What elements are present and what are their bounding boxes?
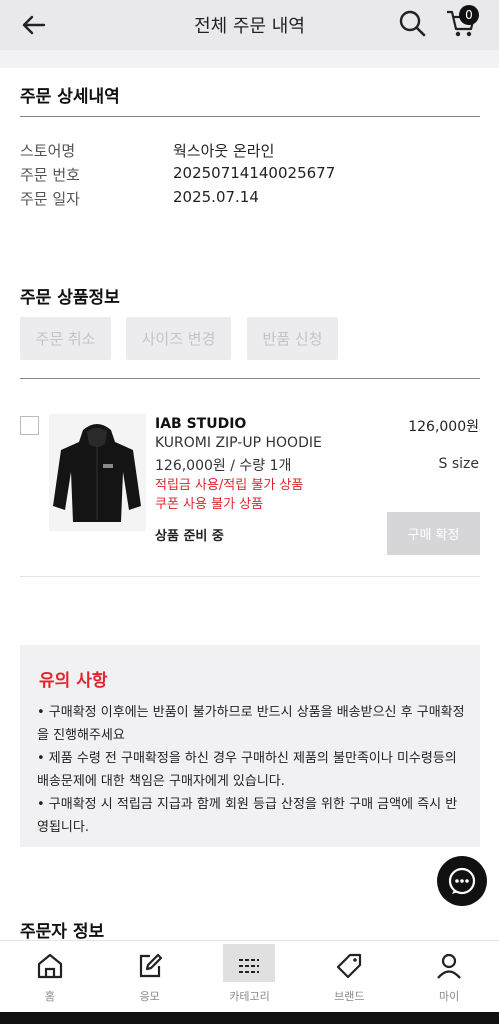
product-brand: IAB STUDIO bbox=[155, 416, 247, 432]
product-thumbnail[interactable] bbox=[49, 414, 146, 531]
product-price-quantity: 126,000원 / 수량 1개 bbox=[155, 458, 292, 474]
chat-icon bbox=[448, 867, 476, 895]
store-name-label: 스토어명 bbox=[20, 142, 76, 160]
nav-label: 응모 bbox=[139, 990, 160, 1003]
order-detail-title: 주문 상세내역 bbox=[20, 87, 120, 107]
person-icon bbox=[437, 953, 461, 979]
notice-item: • 구매확정 시 적립금 지급과 함께 회원 등급 산정을 위한 구매 금액에 … bbox=[37, 797, 458, 835]
notice-item: • 제품 수령 전 구매확정을 하신 경우 구매하신 제품의 불만족이나 미수령… bbox=[37, 751, 457, 789]
order-date-label: 주문 일자 bbox=[20, 190, 80, 208]
product-info-title: 주문 상품정보 bbox=[20, 288, 120, 308]
nav-brand[interactable]: 브랜드 bbox=[299, 941, 399, 1013]
section-divider bbox=[20, 378, 480, 379]
nav-category[interactable]: 카테고리 bbox=[200, 941, 300, 1013]
cancel-order-button[interactable]: 주문 취소 bbox=[20, 317, 111, 360]
nav-home[interactable]: 홈 bbox=[0, 941, 100, 1013]
notice-item: • 구매확정 이후에는 반품이 불가하므로 반드시 상품을 배송받으신 후 구매… bbox=[37, 705, 465, 743]
category-icon bbox=[239, 959, 260, 973]
product-name[interactable]: KUROMI ZIP-UP HOODIE bbox=[155, 435, 322, 451]
return-request-button[interactable]: 반품 신청 bbox=[247, 317, 338, 360]
item-checkbox[interactable] bbox=[20, 416, 39, 435]
notice-list: • 구매확정 이후에는 반품이 불가하므로 반드시 상품을 배송받으신 후 구매… bbox=[37, 701, 465, 839]
coupon-restriction-note: 쿠폰 사용 불가 상품 bbox=[155, 497, 264, 512]
section-divider bbox=[20, 116, 480, 117]
nav-label: 홈 bbox=[44, 990, 55, 1003]
tag-icon bbox=[337, 953, 362, 979]
order-number-value: 20250714140025677 bbox=[173, 164, 336, 182]
nav-label: 카테고리 bbox=[229, 990, 270, 1003]
edit-icon bbox=[139, 953, 162, 978]
page-title: 전체 주문 내역 bbox=[194, 16, 305, 37]
top-bar: 전체 주문 내역 0 bbox=[0, 0, 499, 50]
chat-button[interactable] bbox=[437, 856, 487, 906]
product-price: 126,000원 bbox=[408, 419, 479, 435]
nav-label: 마이 bbox=[438, 990, 460, 1003]
home-icon bbox=[37, 953, 62, 979]
system-nav-bar bbox=[0, 1012, 499, 1024]
notice-box: 유의 사항 • 구매확정 이후에는 반품이 불가하므로 반드시 상품을 배송받으… bbox=[20, 645, 480, 847]
order-date-value: 2025.07.14 bbox=[173, 188, 259, 206]
nav-label: 브랜드 bbox=[334, 990, 365, 1003]
hoodie-image bbox=[53, 424, 141, 522]
back-arrow-icon[interactable] bbox=[18, 10, 48, 40]
header-divider bbox=[0, 50, 499, 68]
points-restriction-note: 적립금 사용/적립 불가 상품 bbox=[155, 478, 304, 493]
search-icon[interactable] bbox=[397, 8, 427, 38]
confirm-purchase-button[interactable]: 구매 확정 bbox=[387, 512, 480, 555]
notice-title: 유의 사항 bbox=[39, 671, 108, 691]
item-divider bbox=[20, 576, 480, 577]
change-size-button[interactable]: 사이즈 변경 bbox=[126, 317, 231, 360]
store-name-value: 웍스아웃 온라인 bbox=[173, 142, 275, 160]
order-number-label: 주문 번호 bbox=[20, 166, 80, 184]
nav-apply[interactable]: 응모 bbox=[100, 941, 200, 1013]
order-status: 상품 준비 중 bbox=[155, 529, 224, 544]
nav-my[interactable]: 마이 bbox=[399, 941, 499, 1013]
product-size: S size bbox=[438, 456, 479, 472]
bottom-nav: 홈 응모 카테고리 브랜드 마이 bbox=[0, 940, 499, 1012]
cart-count-badge: 0 bbox=[459, 5, 479, 25]
orderer-info-title: 주문자 정보 bbox=[20, 922, 105, 942]
